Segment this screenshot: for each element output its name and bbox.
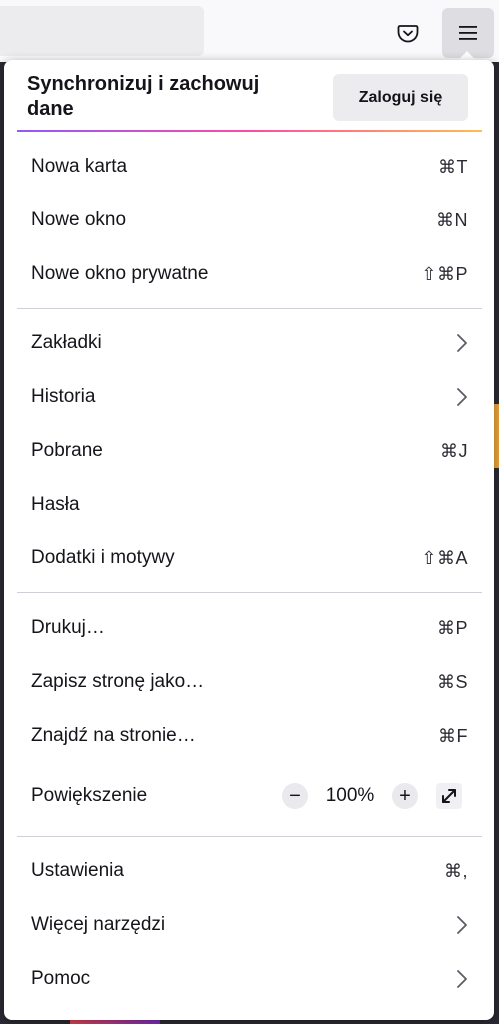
menu-item-passwords[interactable]: Hasła	[17, 480, 482, 530]
chevron-right-icon	[457, 334, 467, 352]
browser-toolbar	[0, 0, 499, 62]
menu-item-print[interactable]: Drukuj… ⌘P	[17, 603, 482, 653]
menu-item-new-window[interactable]: Nowe okno ⌘N	[17, 195, 482, 245]
zoom-out-button[interactable]: −	[282, 783, 308, 809]
menu-item-new-private-window[interactable]: Nowe okno prywatne ⇧⌘P	[17, 249, 482, 299]
menu-item-shortcut: ⌘P	[436, 617, 468, 638]
menu-item-zoom: Powiększenie − 100% +	[17, 771, 482, 821]
pocket-icon	[397, 25, 419, 43]
menu-item-label: Nowe okno	[31, 209, 127, 230]
menu-separator	[17, 308, 482, 309]
menu-separator	[17, 836, 482, 837]
app-menu-button[interactable]	[442, 8, 494, 58]
menu-item-settings[interactable]: Ustawienia ⌘,	[17, 846, 482, 896]
chevron-right-icon	[457, 388, 467, 406]
hamburger-menu-icon	[459, 26, 477, 40]
menu-item-label: Ustawienia	[31, 860, 124, 881]
menu-item-new-tab[interactable]: Nowa karta ⌘T	[17, 142, 482, 192]
menu-item-downloads[interactable]: Pobrane ⌘J	[17, 426, 482, 476]
menu-item-shortcut: ⇧⌘P	[421, 263, 468, 284]
zoom-in-button[interactable]: +	[392, 783, 418, 809]
menu-item-shortcut: ⌘T	[438, 156, 468, 177]
menu-item-label: Pobrane	[31, 440, 103, 461]
chevron-right-icon	[457, 916, 467, 934]
menu-item-save-page-as[interactable]: Zapisz stronę jako… ⌘S	[17, 657, 482, 707]
menu-item-shortcut: ⌘J	[440, 440, 468, 461]
menu-item-help[interactable]: Pomoc	[17, 954, 482, 1004]
pocket-button[interactable]	[382, 8, 434, 58]
fullscreen-icon	[442, 789, 456, 803]
menu-item-label: Historia	[31, 386, 96, 407]
zoom-reset-value[interactable]: 100%	[308, 785, 392, 807]
menu-item-label: Zapisz stronę jako…	[31, 671, 205, 692]
menu-item-label: Dodatki i motywy	[31, 547, 175, 568]
menu-item-shortcut: ⌘,	[443, 860, 468, 881]
menu-item-label: Drukuj…	[31, 617, 105, 638]
menu-separator	[17, 592, 482, 593]
chevron-right-icon	[457, 970, 467, 988]
menu-item-more-tools[interactable]: Więcej narzędzi	[17, 900, 482, 950]
menu-item-label: Zakładki	[31, 332, 102, 353]
url-bar[interactable]	[0, 6, 204, 56]
menu-item-label: Nowa karta	[31, 156, 128, 177]
menu-item-shortcut: ⌘S	[436, 671, 468, 692]
zoom-label: Powiększenie	[31, 785, 148, 806]
menu-item-shortcut: ⌘N	[436, 209, 468, 230]
menu-item-addons-themes[interactable]: Dodatki i motywy ⇧⌘A	[17, 533, 482, 583]
sync-gradient-divider	[17, 130, 482, 132]
menu-item-label: Nowe okno prywatne	[31, 263, 209, 284]
menu-item-bookmarks[interactable]: Zakładki	[17, 318, 482, 368]
menu-item-shortcut: ⌘F	[438, 725, 468, 746]
menu-item-label: Pomoc	[31, 968, 91, 989]
fullscreen-button[interactable]	[436, 783, 462, 809]
menu-item-label: Znajdź na stronie…	[31, 725, 196, 746]
menu-item-find-in-page[interactable]: Znajdź na stronie… ⌘F	[17, 711, 482, 761]
menu-item-history[interactable]: Historia	[17, 372, 482, 422]
sync-title: Synchronizuj i zachowuj dane	[27, 73, 260, 120]
zoom-controls: − 100% +	[282, 783, 462, 809]
menu-item-label: Hasła	[31, 494, 80, 515]
menu-item-label: Więcej narzędzi	[31, 914, 166, 935]
menu-item-shortcut: ⇧⌘A	[421, 547, 468, 568]
signin-button[interactable]: Zaloguj się	[333, 74, 468, 121]
